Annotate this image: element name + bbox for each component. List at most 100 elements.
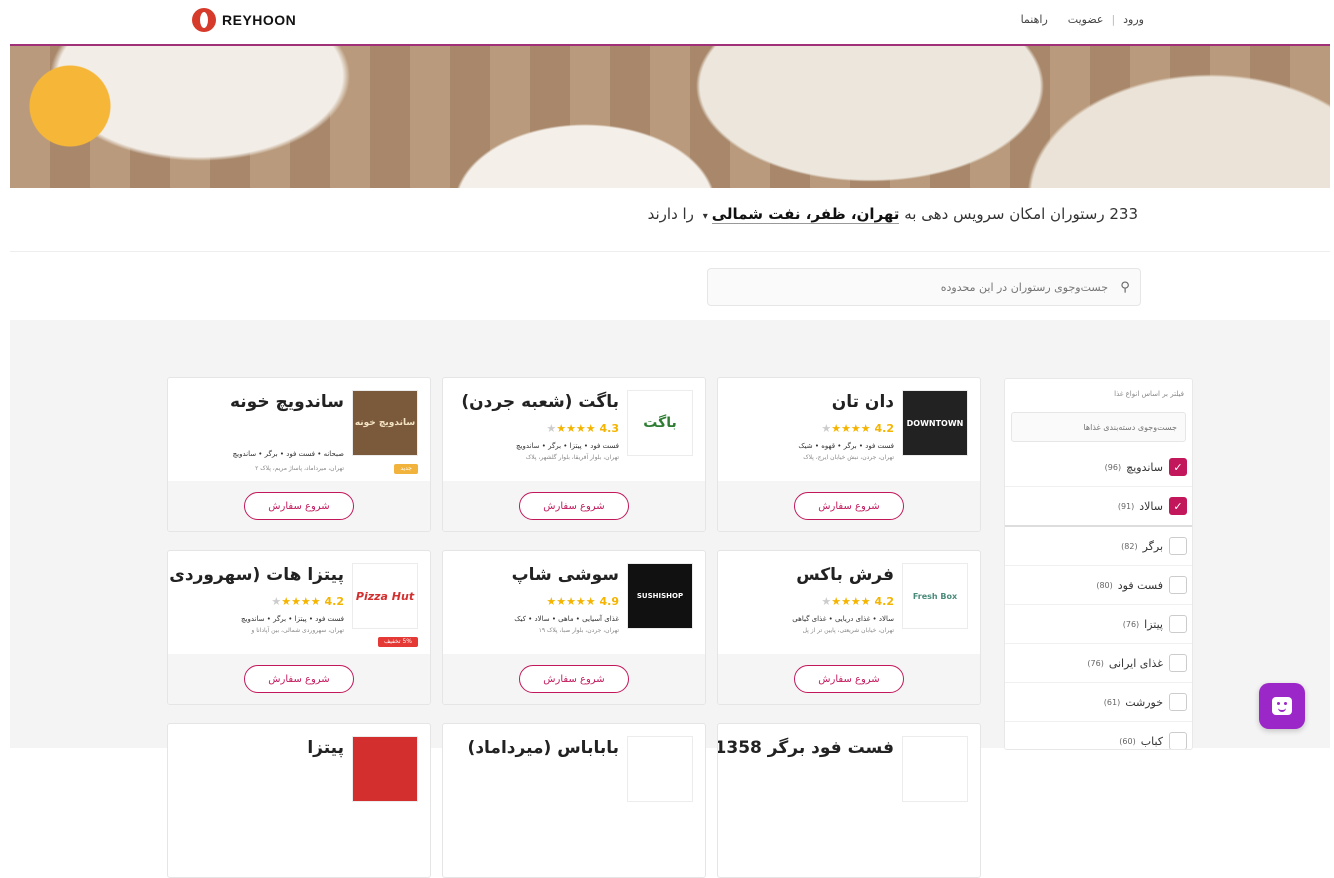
start-order-button[interactable]: شروع سفارش bbox=[794, 665, 904, 693]
restaurant-count-line: 233 رستوران امکان سرویس دهی به تهران، ظف… bbox=[647, 205, 1138, 224]
filter-item-burger[interactable]: برگر (82) bbox=[1005, 527, 1192, 566]
signup-link[interactable]: عضویت bbox=[1068, 13, 1104, 26]
restaurant-card[interactable]: Pizza Hut پیتزا هات (سهروردی) 4.2 ★★★★★ … bbox=[167, 550, 431, 705]
help-link[interactable]: راهنما bbox=[1021, 13, 1048, 26]
count-suffix: را دارند bbox=[647, 205, 694, 223]
restaurant-count: 233 bbox=[1109, 205, 1138, 223]
divider bbox=[10, 251, 1330, 252]
location-selector[interactable]: تهران، ظفر، نفت شمالی bbox=[711, 205, 900, 224]
restaurant-name[interactable]: فست فود برگر 1358 bbox=[718, 738, 894, 758]
rating-value: 4.2 bbox=[324, 595, 345, 608]
checkbox-icon[interactable] bbox=[1169, 615, 1187, 633]
rating-value: 4.2 bbox=[874, 422, 895, 435]
restaurant-tags: فست فود • برگر • قهوه • شیک bbox=[798, 442, 894, 450]
star-icon: ★★★★ bbox=[556, 422, 596, 435]
start-order-button[interactable]: شروع سفارش bbox=[519, 492, 629, 520]
checkbox-icon[interactable] bbox=[1169, 732, 1187, 749]
card-footer: شروع سفارش bbox=[718, 654, 980, 704]
filter-label: سالاد bbox=[1139, 499, 1163, 513]
start-order-button[interactable]: شروع سفارش bbox=[794, 492, 904, 520]
caret-down-icon[interactable]: ▾ bbox=[703, 211, 708, 222]
filter-label: فست فود bbox=[1117, 578, 1163, 592]
checkbox-icon[interactable] bbox=[1169, 537, 1187, 555]
restaurant-name[interactable]: دان تان bbox=[832, 392, 894, 412]
checkbox-icon[interactable] bbox=[1169, 693, 1187, 711]
nav-separator: | bbox=[1111, 13, 1116, 26]
filter-label: ساندویچ bbox=[1126, 460, 1163, 474]
restaurant-rating: 4.2 ★★★★★ bbox=[821, 422, 894, 435]
restaurant-tags: غذای آسیایی • ماهی • سالاد • کیک bbox=[514, 615, 619, 623]
new-badge: جدید bbox=[394, 464, 418, 474]
restaurant-rating: 4.2 ★★★★★ bbox=[821, 595, 894, 608]
login-link[interactable]: ورود bbox=[1123, 13, 1144, 26]
reyhoon-logo-icon bbox=[192, 8, 216, 32]
start-order-button[interactable]: شروع سفارش bbox=[244, 665, 354, 693]
restaurant-name[interactable]: پیتزا هات (سهروردی) bbox=[168, 565, 344, 585]
discount-badge: 5% تخفیف bbox=[377, 637, 418, 647]
star-empty-icon: ★ bbox=[271, 595, 282, 608]
checkbox-checked-icon[interactable]: ✓ bbox=[1169, 458, 1187, 476]
restaurant-rating: 4.9 ★★★★★ bbox=[546, 595, 619, 608]
star-icon: ★★★★★ bbox=[546, 595, 596, 608]
restaurant-card[interactable]: Fresh Box فرش باکس 4.2 ★★★★★ سالاد • غذا… bbox=[717, 550, 981, 705]
restaurant-name[interactable]: پیتزا bbox=[307, 738, 344, 758]
filter-item-salad[interactable]: ✓ سالاد (91) bbox=[1005, 487, 1192, 527]
restaurant-logo: Pizza Hut bbox=[352, 563, 418, 629]
restaurant-card[interactable]: باگت باگت (شعبه جردن) 4.3 ★★★★★ فست فود … bbox=[442, 377, 706, 532]
top-bar: REYHOON ورود | عضویت راهنما bbox=[0, 0, 1334, 44]
chat-bot-button[interactable] bbox=[1259, 683, 1305, 729]
star-empty-icon: ★ bbox=[821, 422, 832, 435]
restaurant-card[interactable]: DOWNTOWN دان تان 4.2 ★★★★★ فست فود • برگ… bbox=[717, 377, 981, 532]
star-empty-icon: ★ bbox=[821, 595, 832, 608]
site-logo[interactable]: REYHOON bbox=[192, 8, 296, 32]
count-prefix: رستوران امکان سرویس دهی به bbox=[904, 205, 1105, 223]
start-order-button[interactable]: شروع سفارش bbox=[519, 665, 629, 693]
restaurant-tags: فست فود • پیتزا • برگر • ساندویچ bbox=[241, 615, 344, 623]
restaurant-card[interactable]: SUSHISHOP سوشی شاپ 4.9 ★★★★★ غذای آسیایی… bbox=[442, 550, 706, 705]
restaurant-card[interactable]: فست فود برگر 1358 bbox=[717, 723, 981, 878]
restaurant-name[interactable]: باباباس (میرداماد) bbox=[468, 738, 619, 758]
filter-item-fastfood[interactable]: فست فود (80) bbox=[1005, 566, 1192, 605]
restaurant-name[interactable]: ساندویچ خونه bbox=[230, 392, 344, 412]
filter-label: کباب bbox=[1140, 734, 1163, 748]
restaurant-address: تهران، سهروردی شمالی، بین آپادانا و bbox=[251, 627, 344, 634]
checkbox-icon[interactable] bbox=[1169, 654, 1187, 672]
start-order-button[interactable]: شروع سفارش bbox=[244, 492, 354, 520]
restaurant-address: تهران، خیابان شریعتی، پایین تر از پل bbox=[802, 627, 894, 634]
restaurant-name[interactable]: فرش باکس bbox=[796, 565, 894, 585]
restaurant-card[interactable]: باباباس (میرداماد) bbox=[442, 723, 706, 878]
filter-list: ✓ ساندویچ (96) ✓ سالاد (91) برگر (82) فست فود… bbox=[1005, 448, 1192, 749]
restaurant-card[interactable]: پیتزا bbox=[167, 723, 431, 878]
filter-count: (96) bbox=[1104, 462, 1122, 472]
restaurant-logo bbox=[352, 736, 418, 802]
restaurant-name[interactable]: باگت (شعبه جردن) bbox=[461, 392, 619, 412]
star-empty-icon: ★ bbox=[546, 422, 557, 435]
filter-count: (76) bbox=[1122, 619, 1140, 629]
filter-item-pizza[interactable]: پیتزا (76) bbox=[1005, 605, 1192, 644]
checkbox-checked-icon[interactable]: ✓ bbox=[1169, 497, 1187, 515]
rating-value: 4.9 bbox=[599, 595, 620, 608]
filter-count: (60) bbox=[1119, 736, 1136, 746]
category-search-input[interactable] bbox=[1012, 422, 1185, 432]
restaurant-card[interactable]: ساندویچ خونه ساندویچ خونه صبحانه • فست ف… bbox=[167, 377, 431, 532]
restaurant-search-input[interactable] bbox=[708, 279, 1110, 295]
search-icon: ⚲ bbox=[1120, 279, 1130, 295]
rating-value: 4.3 bbox=[599, 422, 620, 435]
card-footer: شروع سفارش bbox=[168, 654, 430, 704]
filter-item-sandwich[interactable]: ✓ ساندویچ (96) bbox=[1005, 448, 1192, 487]
restaurant-logo: باگت bbox=[627, 390, 693, 456]
restaurant-logo: SUSHISHOP bbox=[627, 563, 693, 629]
restaurant-name[interactable]: سوشی شاپ bbox=[512, 565, 619, 585]
restaurant-tags: فست فود • پیتزا • برگر • ساندویچ bbox=[516, 442, 619, 450]
checkbox-icon[interactable] bbox=[1169, 576, 1187, 594]
filter-search-box bbox=[1011, 412, 1186, 442]
chat-bot-icon bbox=[1272, 697, 1292, 715]
restaurant-search-box: ⚲ bbox=[707, 268, 1141, 306]
filter-item-kebab[interactable]: کباب (60) bbox=[1005, 722, 1192, 749]
filter-item-stew[interactable]: خورشت (61) bbox=[1005, 683, 1192, 722]
card-footer: شروع سفارش bbox=[168, 481, 430, 531]
food-type-filter: فیلتر بر اساس انواع غذا ✓ ساندویچ (96) ✓ سا… bbox=[1004, 378, 1193, 750]
filter-count: (61) bbox=[1103, 697, 1121, 707]
filter-item-iranian[interactable]: غذای ایرانی (76) bbox=[1005, 644, 1192, 683]
restaurant-logo bbox=[902, 736, 968, 802]
